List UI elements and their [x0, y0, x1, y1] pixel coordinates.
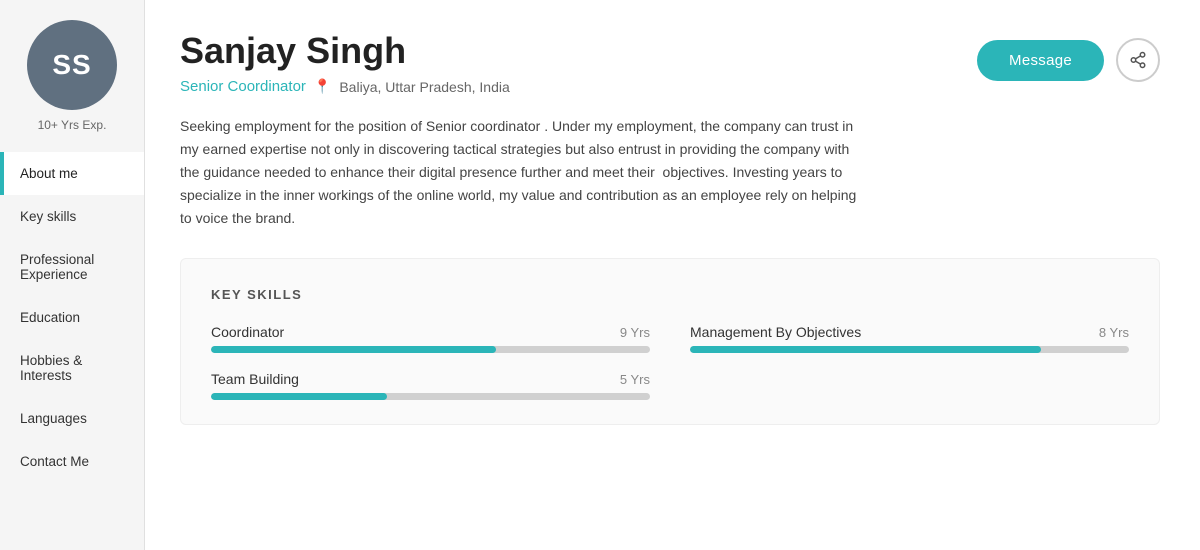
skill-bar-fill-1 [690, 346, 1041, 353]
share-button[interactable] [1116, 38, 1160, 82]
sidebar-item-hobbies-interests[interactable]: Hobbies & Interests [0, 339, 144, 397]
location-text: Baliya, Uttar Pradesh, India [339, 79, 509, 95]
message-button[interactable]: Message [977, 40, 1104, 81]
about-text: Seeking employment for the position of S… [180, 115, 860, 230]
skills-grid: Coordinator 9 Yrs Management By Objectiv… [211, 324, 1129, 400]
skill-item-1: Management By Objectives 8 Yrs [690, 324, 1129, 353]
skill-bar-bg-1 [690, 346, 1129, 353]
profile-info: Sanjay Singh Senior Coordinator 📍 Baliya… [180, 30, 510, 95]
skill-header-1: Management By Objectives 8 Yrs [690, 324, 1129, 340]
skill-name-1: Management By Objectives [690, 324, 861, 340]
avatar: SS [27, 20, 117, 110]
skill-bar-bg-0 [211, 346, 650, 353]
profile-header: Sanjay Singh Senior Coordinator 📍 Baliya… [180, 30, 1160, 95]
skill-name-0: Coordinator [211, 324, 284, 340]
sidebar-item-professional-experience[interactable]: Professional Experience [0, 238, 144, 296]
sidebar: SS 10+ Yrs Exp. About meKey skillsProfes… [0, 0, 145, 550]
skill-header-0: Coordinator 9 Yrs [211, 324, 650, 340]
skill-bar-fill-0 [211, 346, 496, 353]
profile-name: Sanjay Singh [180, 30, 510, 72]
skill-bar-fill-2 [211, 393, 387, 400]
skill-name-2: Team Building [211, 371, 299, 387]
skills-section-title: KEY SKILLS [211, 287, 1129, 302]
skill-years-1: 8 Yrs [1099, 325, 1129, 340]
avatar-initials: SS [52, 49, 91, 81]
sidebar-item-about-me[interactable]: About me [0, 152, 144, 195]
skill-years-2: 5 Yrs [620, 372, 650, 387]
main-content: Sanjay Singh Senior Coordinator 📍 Baliya… [145, 0, 1200, 550]
skill-years-0: 9 Yrs [620, 325, 650, 340]
sidebar-item-languages[interactable]: Languages [0, 397, 144, 440]
location-pin-icon: 📍 [314, 78, 331, 95]
sidebar-item-key-skills[interactable]: Key skills [0, 195, 144, 238]
skill-item-2: Team Building 5 Yrs [211, 371, 650, 400]
skill-item-0: Coordinator 9 Yrs [211, 324, 650, 353]
sidebar-nav: About meKey skillsProfessional Experienc… [0, 152, 144, 483]
exp-label: 10+ Yrs Exp. [38, 118, 107, 132]
profile-meta: Senior Coordinator 📍 Baliya, Uttar Prade… [180, 78, 510, 95]
sidebar-item-education[interactable]: Education [0, 296, 144, 339]
job-title: Senior Coordinator [180, 78, 306, 95]
sidebar-item-contact-me[interactable]: Contact Me [0, 440, 144, 483]
share-icon [1129, 51, 1147, 69]
profile-actions: Message [977, 38, 1160, 82]
skill-bar-bg-2 [211, 393, 650, 400]
skill-header-2: Team Building 5 Yrs [211, 371, 650, 387]
skills-card: KEY SKILLS Coordinator 9 Yrs Management … [180, 258, 1160, 425]
